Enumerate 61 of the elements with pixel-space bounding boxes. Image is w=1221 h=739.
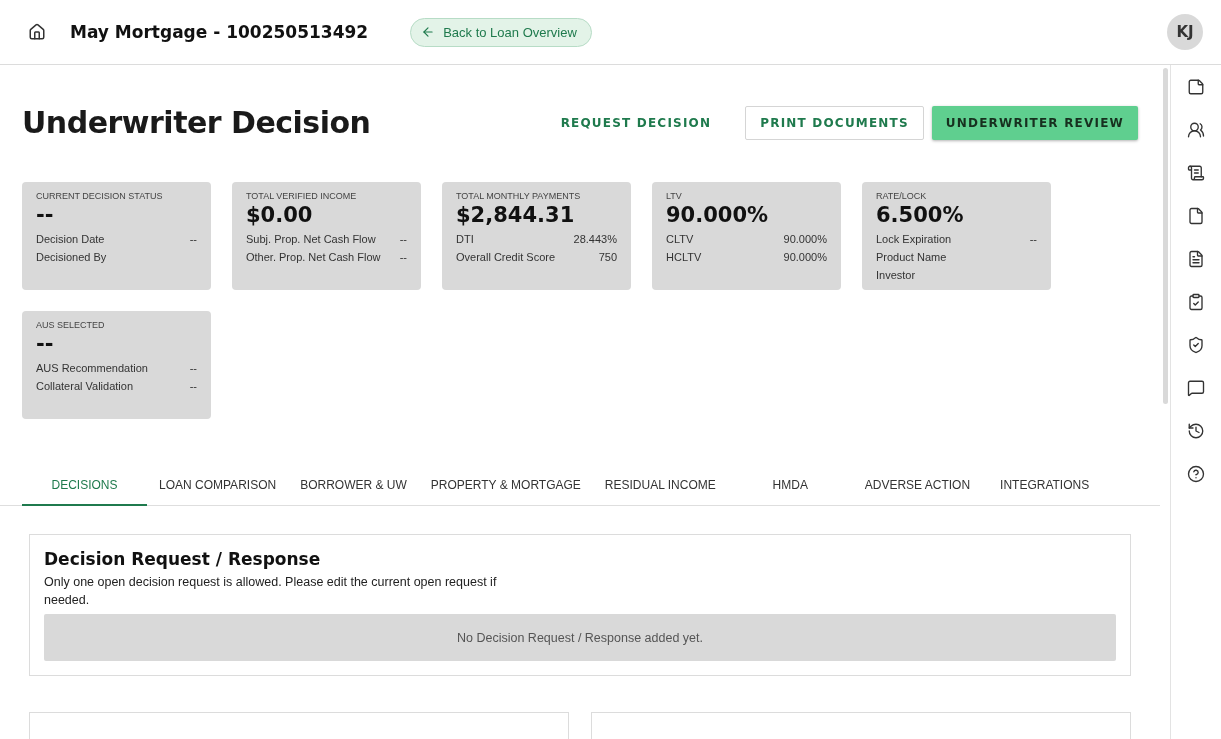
tab[interactable]: DECISIONS: [22, 466, 147, 506]
row-label: Decisioned By: [36, 250, 107, 265]
row-label: Lock Expiration: [876, 232, 952, 247]
tab[interactable]: LOAN COMPARISON: [147, 466, 289, 506]
action-button[interactable]: PRINT DOCUMENTS: [745, 105, 924, 140]
tab[interactable]: ADVERSE ACTION: [852, 466, 983, 506]
row-label: Collateral Validation: [36, 379, 134, 394]
section-title: Decision Request / Response: [44, 549, 322, 569]
card-label: AUS SELECTED: [36, 320, 106, 330]
card-label: LTV: [666, 191, 683, 201]
file-icon[interactable]: [1186, 205, 1206, 226]
card-value: $2,844.31: [456, 202, 576, 228]
clipboard-check-icon[interactable]: [1186, 291, 1206, 312]
row-value: --: [399, 232, 407, 247]
arrow-left-icon: [421, 25, 436, 39]
row-value: --: [1029, 232, 1037, 247]
row-label: Decision Date: [36, 232, 105, 247]
row-label: HCLTV: [666, 250, 702, 265]
card-value: $0.00: [246, 202, 314, 228]
row-label: DTI: [456, 232, 474, 247]
empty-message: No Decision Request / Response added yet.: [44, 614, 1116, 661]
shield-icon[interactable]: [1186, 334, 1206, 355]
tab[interactable]: PROPERTY & MORTGAGE: [418, 466, 593, 506]
info-note: Only one open decision request is allowed. Please edit the current open request if needed.: [44, 574, 498, 609]
row-label: Overall Credit Score: [456, 250, 556, 265]
tab[interactable]: INTEGRATIONS: [982, 466, 1108, 506]
back-button[interactable]: Back to Loan Overview: [410, 17, 592, 47]
page-title: Underwriter Decision: [22, 105, 371, 140]
row-value: --: [399, 250, 407, 265]
help-icon[interactable]: [1186, 463, 1206, 484]
tab[interactable]: HMDA: [727, 466, 853, 506]
card-label: TOTAL VERIFIED INCOME: [246, 191, 358, 201]
card-value: --: [36, 202, 55, 228]
row-value: 90.000%: [783, 232, 827, 247]
tab[interactable]: BORROWER & UW: [288, 466, 419, 506]
card-value: 90.000%: [666, 202, 770, 228]
row-label: Product Name: [876, 250, 947, 265]
row-label: Subj. Prop. Net Cash Flow: [246, 232, 376, 247]
row-value: 90.000%: [783, 250, 827, 265]
card-value: --: [36, 331, 55, 357]
card-label: RATE/LOCK: [876, 191, 928, 201]
row-value: --: [189, 379, 197, 394]
row-value: 28.443%: [573, 232, 617, 247]
row-label: CLTV: [666, 232, 694, 247]
row-value: --: [189, 361, 197, 376]
user-avatar[interactable]: KJ: [1167, 14, 1203, 50]
loan-title: May Mortgage - 100250513492: [70, 22, 369, 42]
tab[interactable]: RESIDUAL INCOME: [592, 466, 728, 506]
card-value: 6.500%: [876, 202, 965, 228]
home-icon[interactable]: [28, 23, 46, 41]
row-label: AUS Recommendation: [36, 361, 148, 376]
row-value: 750: [598, 250, 617, 265]
card-label: CURRENT DECISION STATUS: [36, 191, 164, 201]
action-button[interactable]: UNDERWRITER REVIEW: [931, 105, 1138, 140]
row-label: Investor: [876, 268, 916, 283]
action-button[interactable]: REQUEST DECISION: [546, 105, 726, 140]
card-label: TOTAL MONTHLY PAYMENTS: [456, 191, 582, 201]
document-icon[interactable]: [1186, 248, 1206, 269]
row-label: Other. Prop. Net Cash Flow: [246, 250, 381, 265]
scrollbar[interactable]: [1162, 68, 1168, 404]
row-value: --: [189, 232, 197, 247]
